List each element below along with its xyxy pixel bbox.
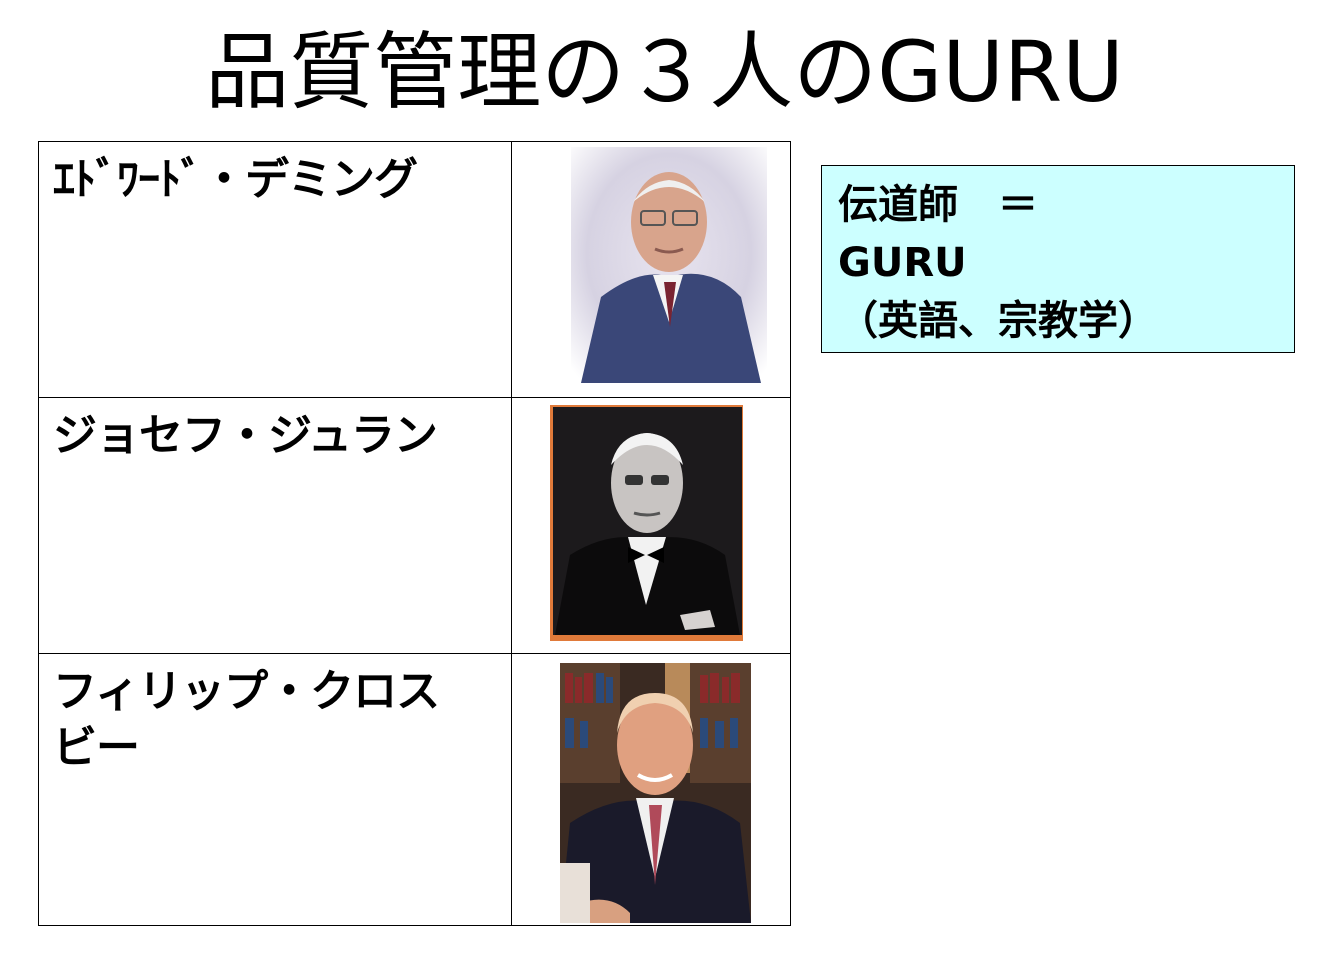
table-row: フィリップ・クロスビー bbox=[38, 653, 791, 926]
guru-name: フィリップ・クロスビー bbox=[53, 666, 440, 773]
portrait-photo-icon bbox=[571, 147, 767, 383]
guru-photo-cell bbox=[511, 141, 791, 398]
page-title: 品質管理の３人のGURU bbox=[205, 23, 1124, 121]
guru-name-cell: ｴﾄﾞﾜｰﾄﾞ・デミング bbox=[38, 141, 512, 398]
note-line: （英語、宗教学） bbox=[838, 298, 1158, 344]
portrait-photo-icon bbox=[550, 405, 743, 641]
portrait-photo-icon bbox=[560, 663, 751, 923]
guru-photo-cell bbox=[511, 653, 791, 926]
table-row: ｴﾄﾞﾜｰﾄﾞ・デミング bbox=[38, 141, 791, 398]
guru-definition-note: 伝道師 ＝ GURU （英語、宗教学） bbox=[821, 165, 1295, 353]
guru-name: ジョセフ・ジュラン bbox=[53, 410, 438, 461]
note-line: GURU bbox=[838, 240, 967, 286]
guru-name-cell: フィリップ・クロスビー bbox=[38, 653, 512, 926]
guru-name-cell: ジョセフ・ジュラン bbox=[38, 397, 512, 654]
note-line: 伝道師 ＝ bbox=[838, 182, 1038, 228]
guru-photo-cell bbox=[511, 397, 791, 654]
guru-name: ｴﾄﾞﾜｰﾄﾞ・デミング bbox=[53, 154, 418, 205]
table-row: ジョセフ・ジュラン bbox=[38, 397, 791, 654]
guru-table: ｴﾄﾞﾜｰﾄﾞ・デミング ジョセフ・ジュラン フィリップ・クロスビー bbox=[38, 141, 791, 926]
